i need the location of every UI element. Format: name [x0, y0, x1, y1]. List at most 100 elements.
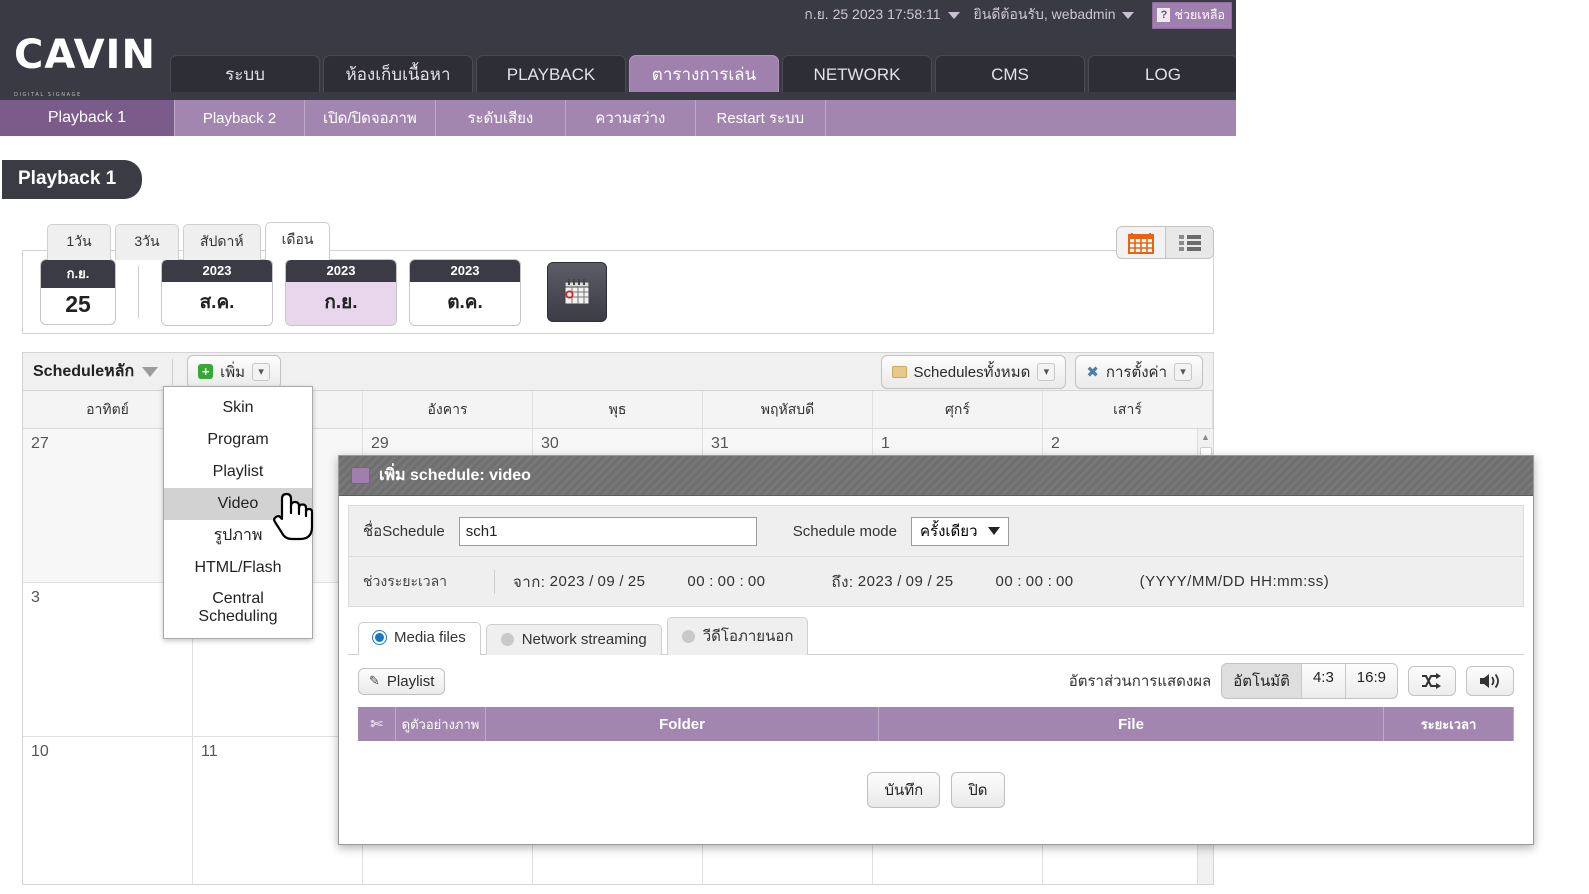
- from-minute[interactable]: 00: [718, 573, 736, 590]
- calendar-day-cell[interactable]: 10: [23, 737, 193, 884]
- playlist-button[interactable]: ✎ Playlist: [358, 667, 446, 695]
- column-header-select[interactable]: ✄: [358, 707, 396, 741]
- menu-item-label: Central Scheduling: [198, 590, 278, 626]
- chevron-down-icon: [142, 366, 159, 377]
- ratio-option-16-9[interactable]: 16:9: [1346, 664, 1397, 698]
- ratio-option-auto[interactable]: อัตโนมัติ: [1222, 664, 1302, 698]
- to-minute[interactable]: 00: [1026, 573, 1044, 590]
- volume-button[interactable]: [1466, 666, 1514, 696]
- top-utility-bar: ก.ย. 25 2023 17:58:11 ยินดีต้อนรับ, weba…: [0, 0, 1236, 30]
- sub-navigation: Playback 1 Playback 2 เปิด/ปิดจอภาพ ระดั…: [0, 100, 1236, 136]
- menu-item-label: รูปภาพ: [213, 526, 263, 544]
- datetime-dropdown[interactable]: ก.ย. 25 2023 17:58:11: [804, 4, 960, 26]
- month-box-sep[interactable]: 2023 ก.ย.: [285, 258, 397, 326]
- subnav-item-playback2[interactable]: Playback 2: [175, 100, 305, 136]
- save-button[interactable]: บันทึก: [867, 772, 941, 808]
- range-tab-label: 3วัน: [134, 233, 160, 249]
- add-menu-item-html[interactable]: HTML/Flash: [164, 552, 312, 584]
- range-tab-month[interactable]: เดือน: [264, 222, 331, 260]
- period-values: จาก: 2023 / 09 / 25 00 : 00 : 00 ถึง: 20…: [494, 569, 1523, 594]
- nav-tab-label: ห้องเก็บเนื้อหา: [345, 65, 451, 84]
- shuffle-button[interactable]: [1408, 666, 1456, 696]
- schedule-mode-select[interactable]: ครั้งเดียว: [911, 516, 1009, 546]
- subnav-item-brightness[interactable]: ความสว่าง: [566, 100, 696, 136]
- column-header-duration: ระยะเวลา: [1384, 707, 1514, 741]
- add-menu-item-skin[interactable]: Skin: [164, 392, 312, 424]
- from-hour[interactable]: 00: [687, 573, 705, 590]
- add-menu-item-program[interactable]: Program: [164, 424, 312, 456]
- settings-button[interactable]: ✖ การตั้งค่า ▾: [1075, 354, 1203, 389]
- to-hour[interactable]: 00: [996, 573, 1014, 590]
- source-tab-media-files[interactable]: Media files: [358, 622, 481, 655]
- current-day-box[interactable]: ก.ย. 25: [40, 259, 116, 325]
- month-box-oct[interactable]: 2023 ต.ค.: [409, 258, 521, 326]
- modal-title-label: เพิ่ม schedule: video: [379, 467, 531, 484]
- user-menu-dropdown[interactable]: ยินดีต้อนรับ, webadmin: [974, 4, 1135, 26]
- source-tab-network-streaming[interactable]: Network streaming: [485, 624, 662, 655]
- main-schedule-dropdown[interactable]: Scheduleหลัก: [33, 359, 159, 384]
- chevron-down-icon: ▾: [1174, 362, 1192, 381]
- subnav-item-volume[interactable]: ระดับเสียง: [436, 100, 566, 136]
- add-menu-item-image[interactable]: รูปภาพ: [164, 520, 312, 552]
- nav-tab-log[interactable]: LOG: [1088, 55, 1238, 92]
- schedule-name-row: ชื่อSchedule Schedule mode ครั้งเดียว: [349, 506, 1523, 556]
- from-day[interactable]: 25: [628, 573, 646, 590]
- nav-tab-system[interactable]: ระบบ: [170, 55, 320, 92]
- add-menu-item-video[interactable]: Video: [164, 487, 312, 520]
- subnav-label: ระดับเสียง: [467, 110, 534, 127]
- ratio-option-4-3[interactable]: 4:3: [1302, 664, 1346, 698]
- scroll-up-arrow-icon[interactable]: ▲: [1198, 429, 1213, 445]
- range-tab-1day[interactable]: 1วัน: [47, 224, 111, 260]
- range-tab-3day[interactable]: 3วัน: [115, 224, 179, 260]
- period-label: ช่วงระยะเวลา: [363, 572, 448, 589]
- current-datetime: ก.ย. 25 2023 17:58:11: [804, 6, 941, 22]
- list-view-button[interactable]: [1165, 227, 1213, 258]
- subnav-item-playback1[interactable]: Playback 1: [0, 100, 175, 136]
- playlist-button-label: Playlist: [386, 672, 435, 690]
- nav-tab-content[interactable]: ห้องเก็บเนื้อหา: [323, 55, 473, 92]
- nav-tab-schedule[interactable]: ตารางการเล่น: [629, 55, 779, 92]
- brand-logo[interactable]: CAVIN DIGITAL SIGNAGE: [14, 32, 164, 98]
- help-button[interactable]: ? ช่วยเหลือ: [1152, 1, 1232, 29]
- chevron-down-icon: [987, 527, 1000, 535]
- nav-tab-network[interactable]: NETWORK: [782, 55, 932, 92]
- menu-item-label: Skin: [222, 399, 254, 416]
- subnav-spacer: [826, 100, 1236, 136]
- weekday-sat: เสาร์: [1043, 391, 1213, 428]
- range-tab-label: เดือน: [281, 231, 314, 247]
- schedule-name-input[interactable]: [458, 516, 757, 546]
- subnav-item-display[interactable]: เปิด/ปิดจอภาพ: [305, 100, 436, 136]
- main-schedule-label: Scheduleหลัก: [33, 363, 135, 380]
- menu-item-label: Playlist: [212, 462, 264, 480]
- from-label: จาก:: [513, 573, 546, 591]
- to-month[interactable]: 09: [906, 573, 924, 590]
- month-box-aug[interactable]: 2023 ส.ค.: [161, 258, 273, 326]
- from-second[interactable]: 00: [748, 573, 766, 590]
- to-day[interactable]: 25: [936, 573, 954, 590]
- calendar-view-button[interactable]: [1117, 227, 1165, 258]
- main-navigation: ระบบ ห้องเก็บเนื้อหา PLAYBACK ตารางการเล…: [170, 55, 1238, 92]
- nav-tab-label: NETWORK: [813, 65, 901, 84]
- close-button[interactable]: ปิด: [951, 772, 1005, 808]
- calendar-picker-button[interactable]: [547, 262, 607, 322]
- range-tab-week[interactable]: สัปดาห์: [183, 224, 261, 260]
- from-month[interactable]: 09: [598, 573, 616, 590]
- subnav-item-restart[interactable]: Restart ระบบ: [696, 100, 826, 136]
- add-menu-item-playlist[interactable]: Playlist: [164, 456, 312, 488]
- add-button[interactable]: + เพิ่ม ▾: [187, 354, 282, 389]
- to-second[interactable]: 00: [1056, 573, 1074, 590]
- nav-tab-playback[interactable]: PLAYBACK: [476, 55, 626, 92]
- subnav-label: เปิด/ปิดจอภาพ: [323, 110, 417, 127]
- all-schedules-button[interactable]: Schedulesทั้งหมด ▾: [880, 354, 1067, 389]
- media-files-panel: ✎ Playlist อัตราส่วนการแสดงผล อัตโนมัติ …: [348, 654, 1524, 741]
- nav-tab-cms[interactable]: CMS: [935, 55, 1085, 92]
- brand-name: CAVIN: [14, 32, 156, 78]
- date-selector-panel: ก.ย. 25 2023 ส.ค. 2023 ก.ย. 2023 ต.ค.: [22, 250, 1214, 334]
- from-year[interactable]: 2023: [550, 573, 585, 590]
- add-menu-item-central[interactable]: Central Scheduling: [164, 583, 312, 633]
- divider: [138, 266, 139, 318]
- source-tab-external-video[interactable]: วีดีโอภายนอก: [666, 617, 809, 655]
- to-year[interactable]: 2023: [858, 573, 893, 590]
- schedule-mode-label: Schedule mode: [792, 522, 897, 540]
- schedule-toolbar: Scheduleหลัก + เพิ่ม ▾ Schedulesทั้งหมด …: [22, 352, 1214, 390]
